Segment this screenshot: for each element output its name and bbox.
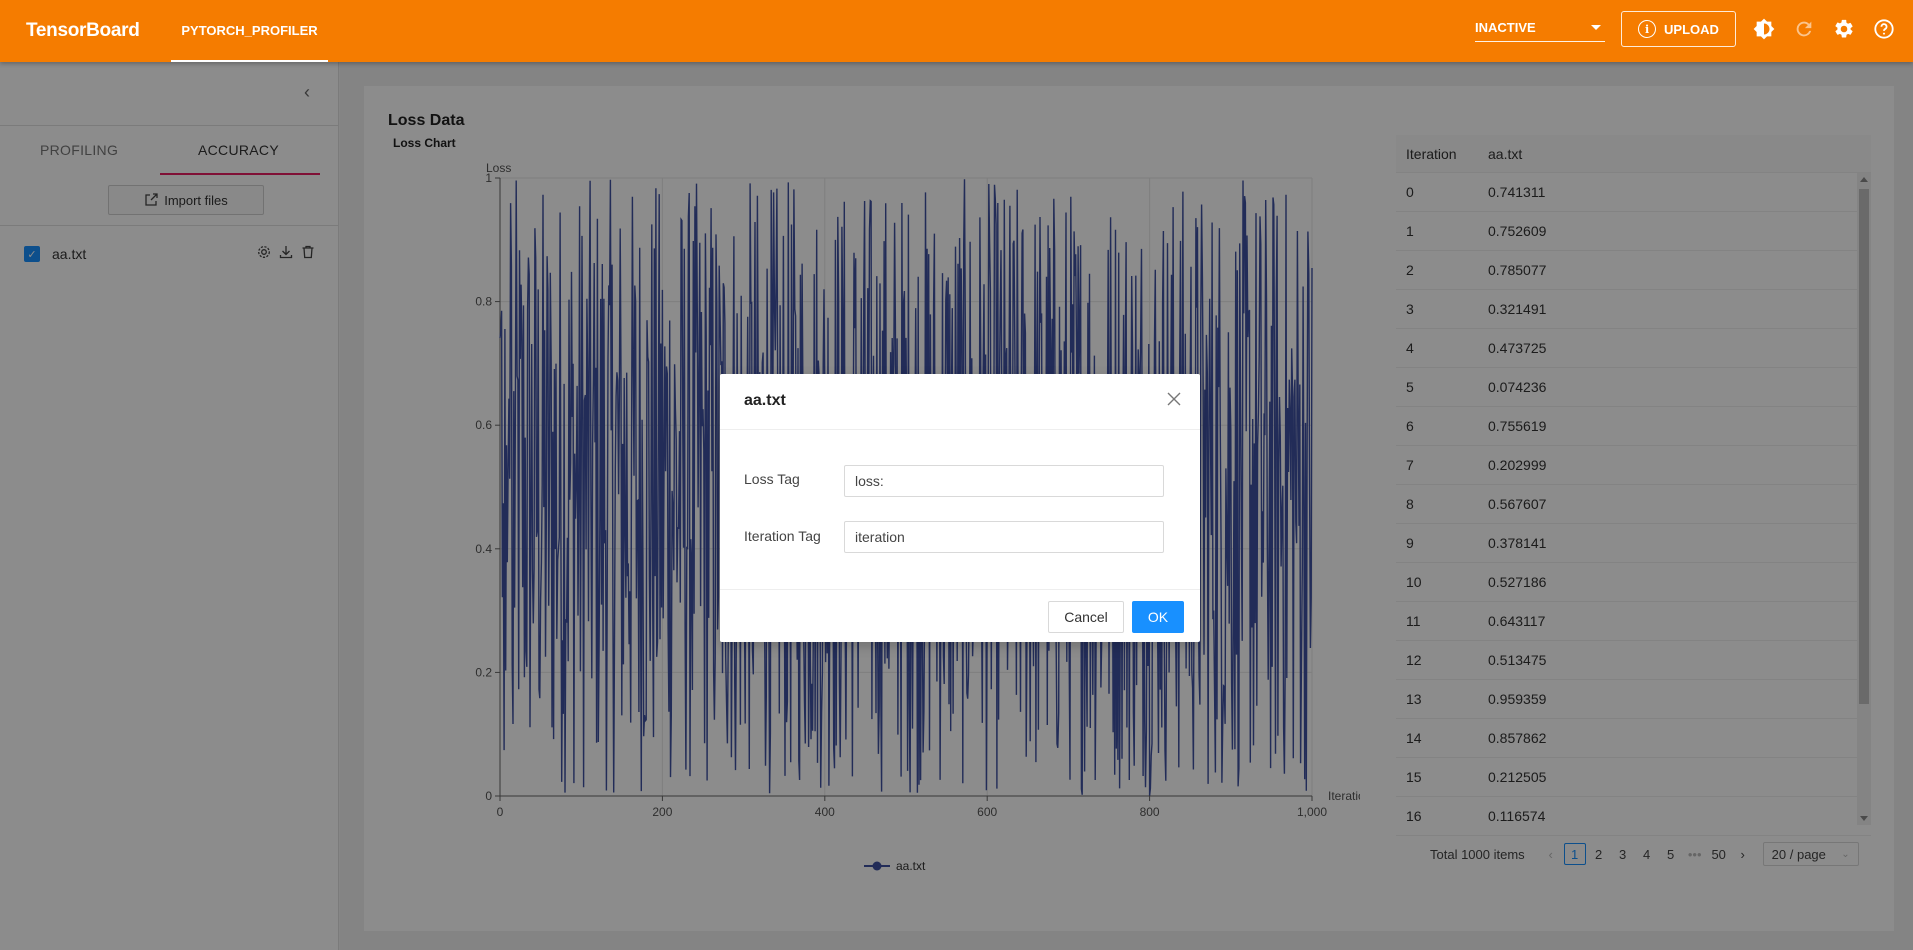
- iteration-tag-label: Iteration Tag: [744, 528, 821, 544]
- cancel-button[interactable]: Cancel: [1048, 601, 1124, 633]
- run-select[interactable]: INACTIVE: [1475, 14, 1605, 42]
- upload-label: UPLOAD: [1664, 21, 1719, 37]
- loss-tag-input[interactable]: loss:: [844, 465, 1164, 497]
- tab-pytorch-profiler[interactable]: PYTORCH_PROFILER: [171, 0, 328, 62]
- iteration-tag-input[interactable]: iteration: [844, 521, 1164, 553]
- dialog-title: aa.txt: [744, 392, 786, 409]
- upload-button[interactable]: i UPLOAD: [1621, 11, 1736, 47]
- divider: [720, 589, 1200, 590]
- chevron-down-icon: [1591, 25, 1601, 30]
- refresh-icon[interactable]: [1791, 16, 1817, 42]
- top-app-bar: TensorBoard PYTORCH_PROFILER INACTIVE i …: [0, 0, 1913, 62]
- ok-button[interactable]: OK: [1132, 601, 1184, 633]
- settings-gear-icon[interactable]: [1831, 16, 1857, 42]
- loss-tag-label: Loss Tag: [744, 471, 800, 487]
- app-brand[interactable]: TensorBoard: [26, 20, 140, 42]
- divider: [720, 429, 1200, 430]
- close-icon[interactable]: [1165, 390, 1183, 408]
- tag-settings-dialog: aa.txt Loss Tag loss: Iteration Tag iter…: [720, 374, 1200, 642]
- run-select-value: INACTIVE: [1475, 20, 1536, 35]
- info-icon: i: [1638, 20, 1657, 38]
- help-icon[interactable]: [1871, 16, 1897, 42]
- theme-toggle-icon[interactable]: [1751, 16, 1777, 42]
